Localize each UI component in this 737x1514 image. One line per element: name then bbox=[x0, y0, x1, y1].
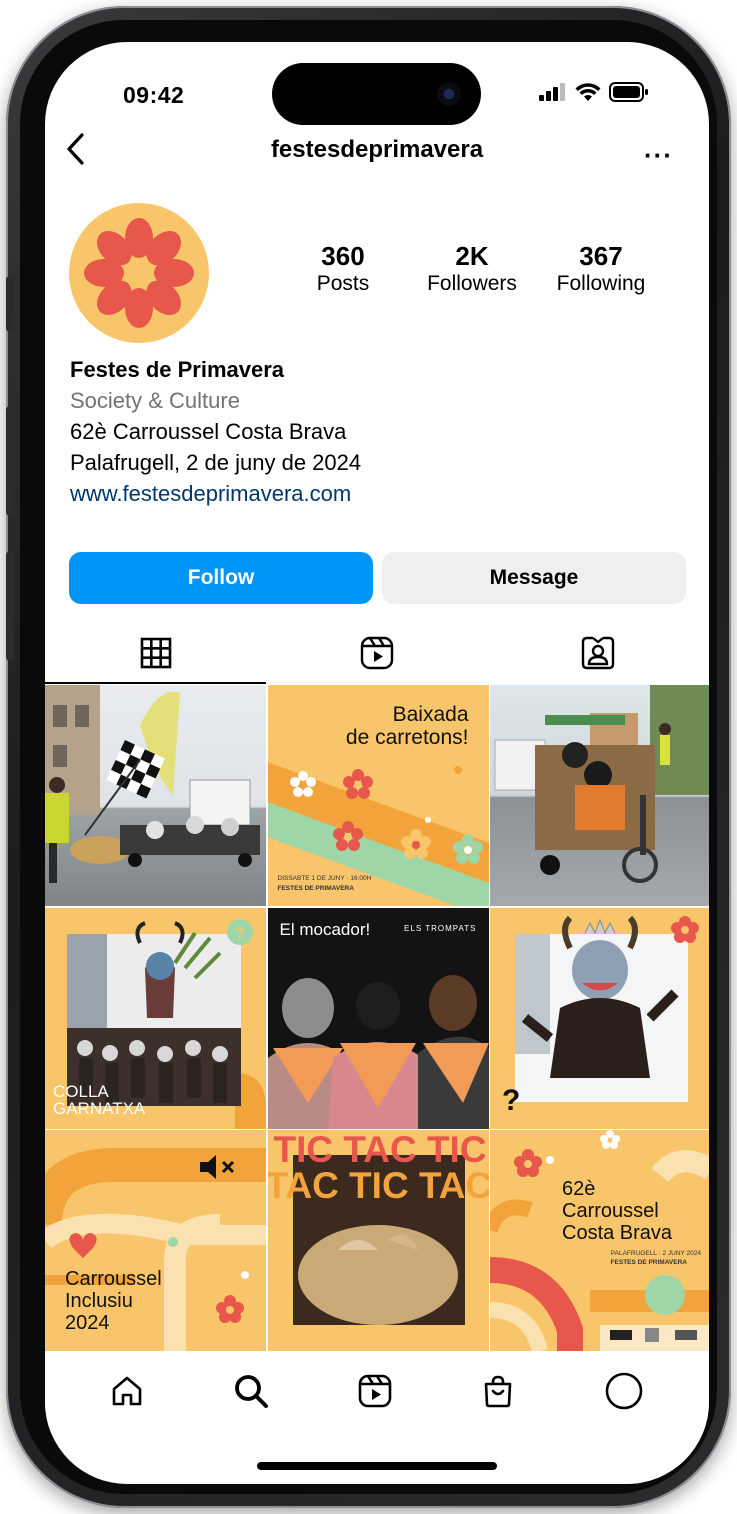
post-9-title: 62è Carroussel Costa Brava bbox=[562, 1178, 673, 1244]
post-7-title: Carroussel Inclusiu 2024 bbox=[65, 1268, 162, 1334]
bio-line-2: Palafrugell, 2 de juny de 2024 bbox=[70, 450, 362, 475]
phone-mute-button bbox=[6, 276, 14, 332]
phone-volume-up-button bbox=[6, 406, 14, 516]
stat-followers-label: Followers bbox=[427, 271, 517, 295]
dynamic-island bbox=[272, 63, 481, 125]
post-9-sub1: PALAFRUGELL · 2 JUNY 2024 bbox=[610, 1250, 701, 1257]
tab-posts-grid[interactable] bbox=[45, 622, 267, 684]
nav-shop[interactable] bbox=[481, 1374, 515, 1413]
tab-reels[interactable] bbox=[266, 622, 487, 684]
follow-button[interactable]: Follow bbox=[69, 552, 373, 604]
post-tile-2[interactable]: Baixada de carretons! DISSABTE 1 DE JUNY… bbox=[267, 685, 489, 906]
profile-tabs bbox=[45, 622, 709, 684]
stat-following[interactable]: 367 Following bbox=[526, 242, 676, 296]
post-tile-5[interactable]: El mocador! ELS TROMPATS bbox=[267, 907, 489, 1129]
bio-website-link[interactable]: www.festesdeprimavera.com bbox=[70, 478, 490, 509]
profile-avatar[interactable] bbox=[69, 203, 209, 343]
profile-display-name: Festes de Primavera bbox=[70, 357, 285, 382]
posts-grid: Baixada de carretons! DISSABTE 1 DE JUNY… bbox=[45, 685, 709, 1351]
post-4-caption: COLLA GARNATXA bbox=[53, 1081, 146, 1118]
post-tile-7[interactable]: Carroussel Inclusiu 2024 bbox=[45, 1130, 266, 1351]
post-5-brand: ELS TROMPATS bbox=[404, 923, 477, 933]
post-tile-1[interactable] bbox=[45, 685, 266, 906]
profile-icon bbox=[606, 1372, 643, 1409]
post-2-date: DISSABTE 1 DE JUNY · 16:00H bbox=[277, 875, 372, 882]
post-2-title: Baixada de carretons! bbox=[345, 703, 469, 749]
post-tile-4[interactable]: ? COLLA GARNATXA bbox=[45, 907, 266, 1129]
profile-username: festesdeprimavera bbox=[270, 136, 484, 163]
stat-following-count: 367 bbox=[579, 241, 623, 271]
more-options-button[interactable]: ··· bbox=[644, 140, 673, 171]
flower-logo-icon bbox=[84, 218, 194, 328]
home-icon bbox=[112, 1376, 141, 1405]
reels-icon bbox=[358, 1374, 392, 1407]
tagged-icon bbox=[582, 636, 615, 670]
message-button[interactable]: Message bbox=[382, 552, 686, 604]
phone-volume-down-button bbox=[6, 551, 14, 661]
post-8-line1: TIC TAC TIC bbox=[273, 1130, 487, 1170]
profile-bio: Festes de Primavera Society & Culture 62… bbox=[70, 354, 490, 509]
stat-posts-label: Posts bbox=[316, 271, 370, 295]
app-screen: 09:42 festesdeprimavera ··· 360 Posts 2K… bbox=[45, 42, 709, 1484]
nav-profile[interactable] bbox=[604, 1371, 644, 1416]
stat-following-label: Following bbox=[556, 271, 646, 295]
post-5-title: El mocador! bbox=[279, 919, 371, 939]
go-kart-photo bbox=[494, 685, 709, 883]
post-tile-9[interactable]: 62è Carroussel Costa Brava PALAFRUGELL ·… bbox=[490, 1130, 709, 1351]
stat-posts[interactable]: 360 Posts bbox=[268, 242, 418, 296]
front-camera bbox=[437, 82, 461, 106]
race-start-photo bbox=[45, 685, 260, 883]
stat-posts-count: 360 bbox=[321, 241, 365, 271]
post-6-mark: ? bbox=[502, 1083, 521, 1117]
post-tile-6[interactable]: ? bbox=[490, 907, 709, 1129]
status-time: 09:42 bbox=[123, 82, 185, 108]
battery-icon bbox=[609, 82, 648, 102]
cellular-signal-icon bbox=[539, 83, 565, 101]
nav-search[interactable] bbox=[233, 1373, 269, 1414]
tab-tagged[interactable] bbox=[488, 622, 709, 684]
devil-figure-art bbox=[515, 915, 699, 1102]
post-8-line2: TAC TIC TAC bbox=[267, 1165, 489, 1206]
status-icons bbox=[539, 82, 649, 102]
home-indicator[interactable] bbox=[257, 1462, 497, 1470]
shop-icon bbox=[484, 1375, 512, 1407]
nav-home[interactable] bbox=[110, 1374, 144, 1413]
mocador-photo bbox=[267, 974, 489, 1129]
post-9-sub2: FESTES DE PRIMAVERA bbox=[610, 1259, 687, 1266]
nav-reels[interactable] bbox=[358, 1374, 392, 1413]
post-tile-8[interactable]: TIC TAC TIC TAC TIC TAC bbox=[267, 1130, 489, 1351]
post-2-org: FESTES DE PRIMAVERA bbox=[277, 885, 354, 892]
bio-line-1: 62è Carroussel Costa Brava bbox=[70, 419, 347, 444]
wifi-icon bbox=[575, 82, 601, 101]
search-icon bbox=[234, 1374, 268, 1408]
stat-followers[interactable]: 2K Followers bbox=[397, 242, 547, 296]
stat-followers-count: 2K bbox=[455, 241, 489, 271]
svg-text:?: ? bbox=[235, 925, 245, 942]
bottom-nav bbox=[45, 1353, 709, 1433]
post-tile-3[interactable] bbox=[490, 685, 709, 906]
profile-category: Society & Culture bbox=[70, 388, 240, 413]
grid-icon bbox=[140, 637, 171, 669]
reels-icon bbox=[360, 636, 394, 670]
